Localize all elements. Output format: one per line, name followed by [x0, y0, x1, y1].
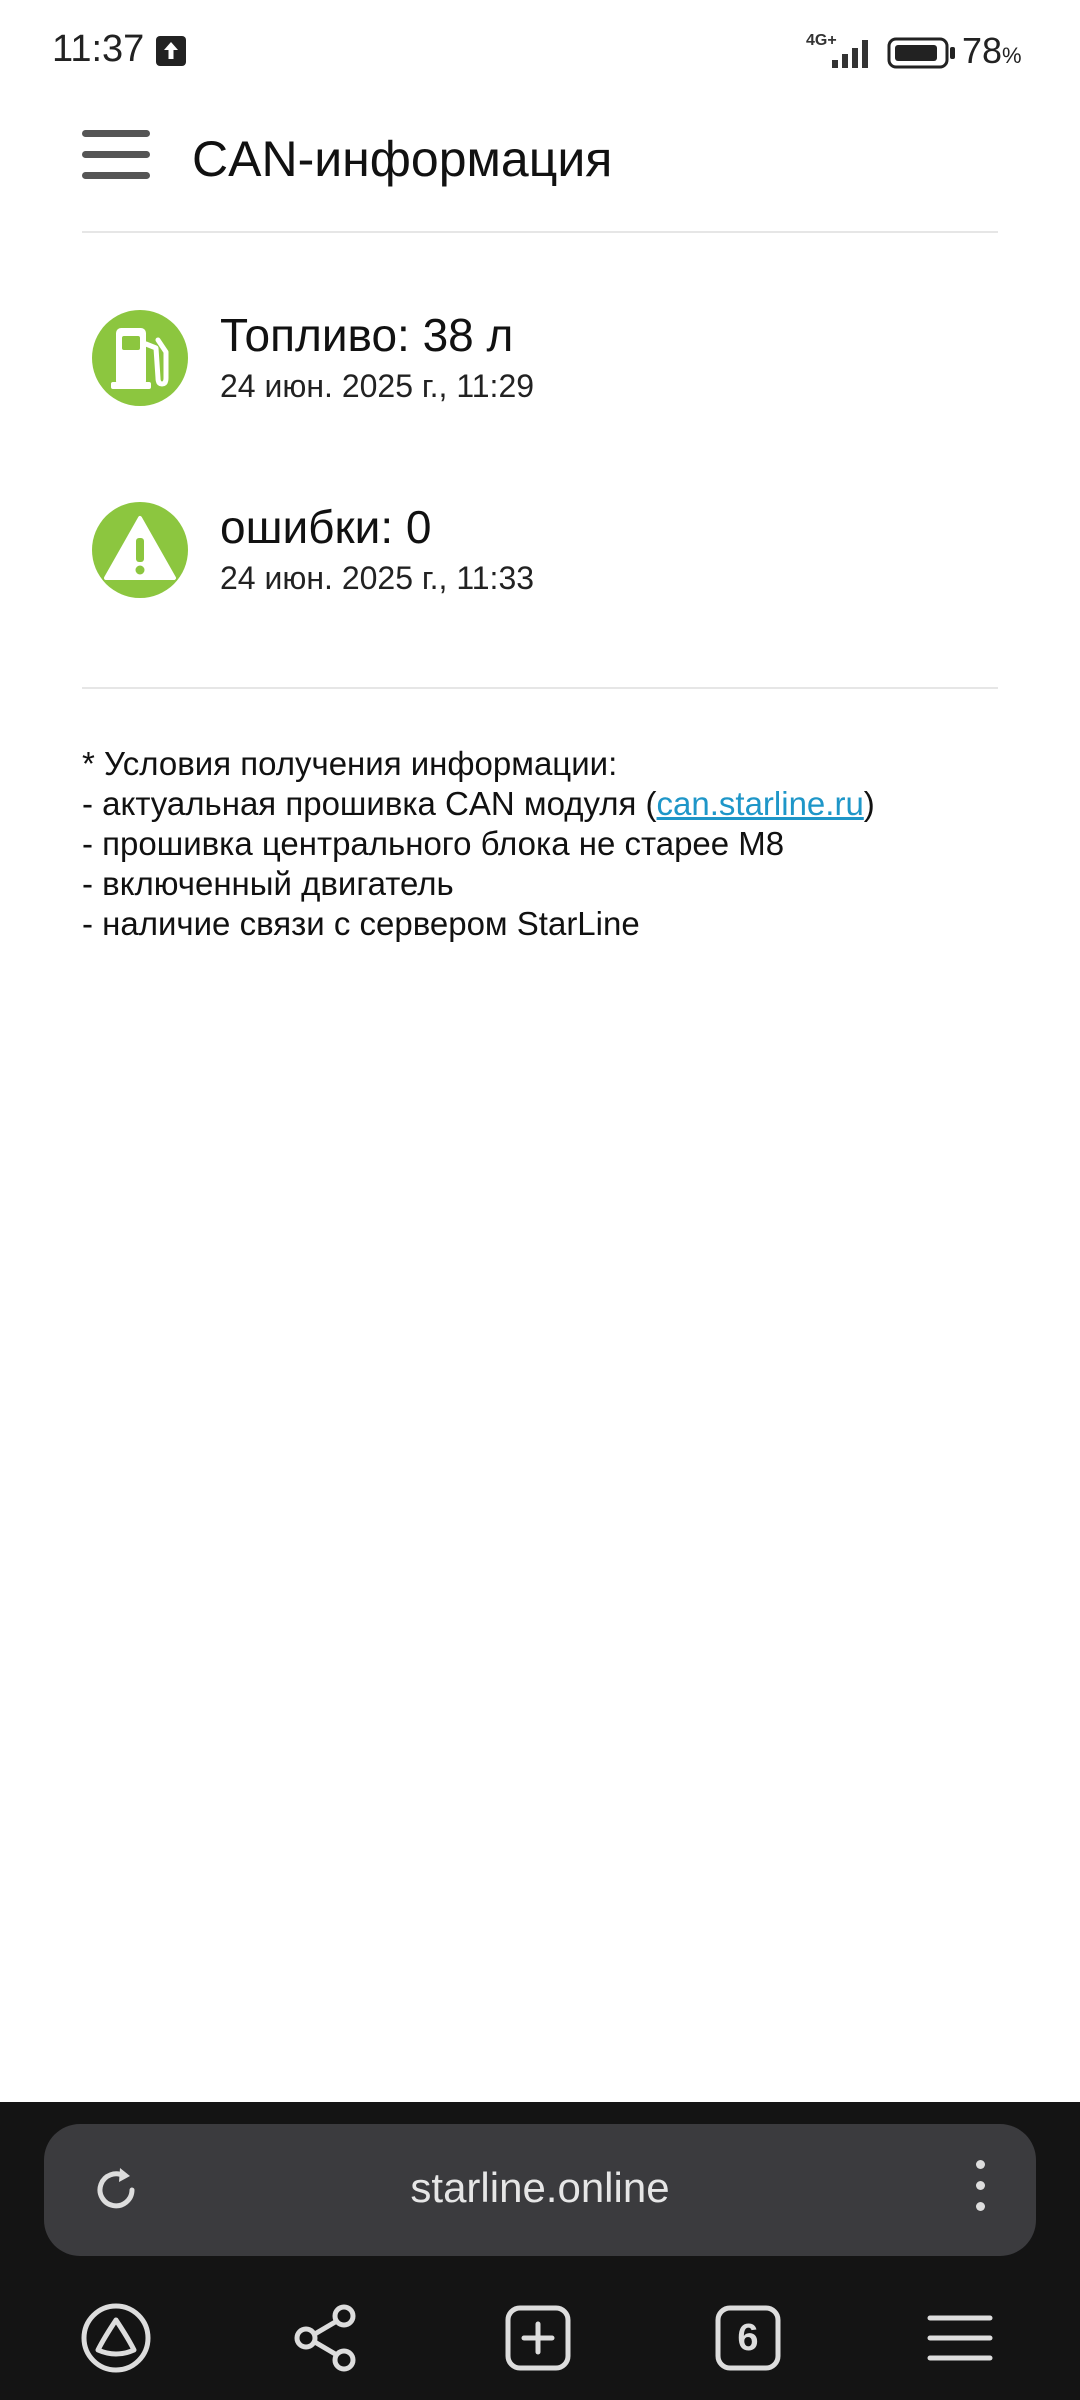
- notes-heading: * Условия получения информации:: [82, 745, 618, 782]
- notes-line1-prefix: - актуальная прошивка CAN модуля (: [82, 785, 657, 822]
- notes-line-server: - наличие связи с сервером StarLine: [82, 905, 640, 942]
- screen: 11:37 4G+ 78% CAN-информация Топливо: 38…: [0, 0, 1080, 2400]
- upload-notification-icon: [156, 36, 186, 66]
- fuel-value: Топливо: 38 л: [220, 309, 514, 361]
- address-bar[interactable]: starline.online: [44, 2124, 1036, 2256]
- more-vertical-icon[interactable]: [970, 2160, 990, 2220]
- content-divider: [82, 687, 998, 689]
- fuel-pump-icon: [92, 310, 188, 406]
- notes-line-firmware: - актуальная прошивка CAN модуля (can.st…: [82, 784, 998, 824]
- browser-menu-icon[interactable]: [920, 2298, 1000, 2378]
- header-divider: [82, 231, 998, 233]
- hamburger-menu-icon[interactable]: [82, 130, 150, 186]
- status-time: 11:37: [52, 28, 145, 70]
- tabs-button[interactable]: 6: [708, 2298, 788, 2378]
- notes-line1-suffix: ): [863, 785, 875, 822]
- app-header: CAN-информация: [0, 100, 1080, 232]
- fuel-timestamp: 24 июн. 2025 г., 11:29: [220, 368, 535, 404]
- status-bar: 11:37 4G+ 78%: [0, 0, 1080, 100]
- page-title: CAN-информация: [192, 131, 613, 187]
- url-text: starline.online: [410, 2164, 670, 2211]
- signal-icon: [832, 40, 868, 68]
- notes-line-central-unit: - прошивка центрального блока не старее …: [82, 825, 785, 862]
- new-tab-icon[interactable]: [498, 2298, 578, 2378]
- alice-assistant-icon[interactable]: [76, 2298, 156, 2378]
- errors-info-row: ошибки: 0 24 июн. 2025 г., 11:33: [82, 496, 998, 616]
- warning-icon: [92, 502, 188, 598]
- battery-icon: [887, 37, 955, 69]
- battery-unit: %: [1002, 43, 1022, 68]
- errors-value: ошибки: 0: [220, 501, 432, 553]
- fuel-info-row: Топливо: 38 л 24 июн. 2025 г., 11:29: [82, 304, 998, 424]
- conditions-notes: * Условия получения информации: - актуал…: [82, 744, 998, 944]
- tabs-count: 6: [737, 2317, 759, 2359]
- battery-percent: 78%: [962, 30, 1022, 72]
- battery-level: 78: [962, 30, 1003, 71]
- can-starline-link[interactable]: can.starline.ru: [657, 785, 864, 822]
- browser-toolbar: starline.online 6: [0, 2102, 1080, 2400]
- errors-timestamp: 24 июн. 2025 г., 11:33: [220, 560, 535, 596]
- share-icon[interactable]: [286, 2298, 366, 2378]
- notes-line-engine: - включенный двигатель: [82, 865, 454, 902]
